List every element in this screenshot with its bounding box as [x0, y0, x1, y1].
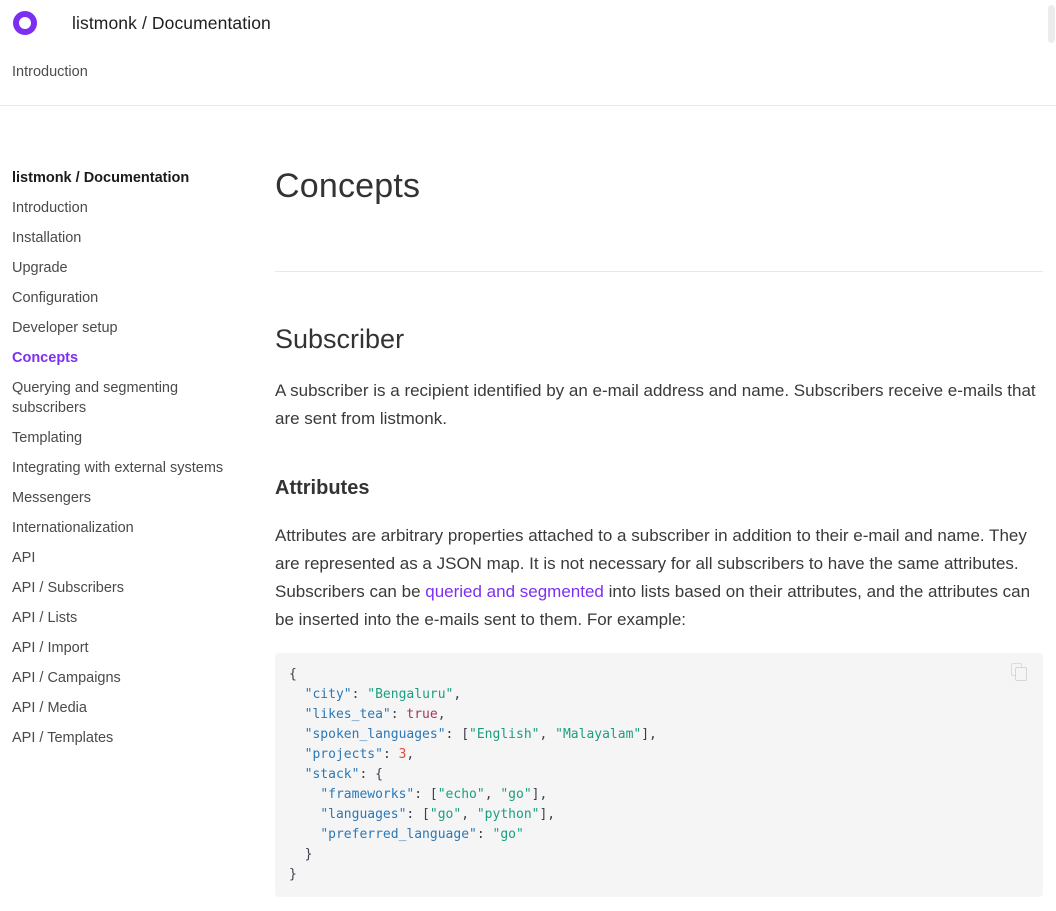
sidebar-item-api[interactable]: API	[12, 548, 235, 568]
breadcrumb: Introduction	[0, 46, 1056, 105]
main-content: Concepts Subscriber A subscriber is a re…	[275, 168, 1056, 911]
site-title: listmonk / Documentation	[72, 13, 271, 34]
attributes-heading: Attributes	[275, 475, 1043, 501]
sidebar-item-concepts[interactable]: Concepts	[12, 348, 235, 368]
subscriber-paragraph: A subscriber is a recipient identified b…	[275, 377, 1043, 433]
sidebar-item-api-campaigns[interactable]: API / Campaigns	[12, 668, 235, 688]
sidebar-item-configuration[interactable]: Configuration	[12, 288, 235, 308]
header-top: listmonk / Documentation	[0, 0, 1056, 46]
sidebar-item-api-media[interactable]: API / Media	[12, 698, 235, 718]
subscriber-heading: Subscriber	[275, 323, 1043, 355]
scrollbar-thumb[interactable]	[1048, 5, 1055, 43]
sidebar-nav: Introduction Installation Upgrade Configura…	[12, 198, 235, 748]
sidebar-item-integrating-with-external-systems[interactable]: Integrating with external systems	[12, 458, 235, 478]
title-divider	[275, 271, 1043, 272]
copy-icon[interactable]	[1011, 663, 1029, 683]
sidebar-item-introduction[interactable]: Introduction	[12, 198, 235, 218]
sidebar-item-internationalization[interactable]: Internationalization	[12, 518, 235, 538]
sidebar-item-developer-setup[interactable]: Developer setup	[12, 318, 235, 338]
json-code-block: { "city": "Bengaluru", "likes_tea": true…	[275, 653, 1043, 897]
listmonk-logo-icon[interactable]	[13, 11, 37, 35]
sidebar-item-messengers[interactable]: Messengers	[12, 488, 235, 508]
app-header: listmonk / Documentation Introduction	[0, 0, 1056, 106]
sidebar-item-api-import[interactable]: API / Import	[12, 638, 235, 658]
queried-and-segmented-link[interactable]: queried and segmented	[425, 582, 604, 601]
sidebar-item-api-subscribers[interactable]: API / Subscribers	[12, 578, 235, 598]
sidebar-item-api-lists[interactable]: API / Lists	[12, 608, 235, 628]
breadcrumb-introduction-link[interactable]: Introduction	[12, 64, 88, 80]
sidebar-item-api-templates[interactable]: API / Templates	[12, 728, 235, 748]
sidebar-title: listmonk / Documentation	[12, 168, 235, 188]
sidebar-item-installation[interactable]: Installation	[12, 228, 235, 248]
code-content: { "city": "Bengaluru", "likes_tea": true…	[289, 665, 1029, 885]
sidebar-item-upgrade[interactable]: Upgrade	[12, 258, 235, 278]
sidebar: listmonk / Documentation Introduction Ins…	[0, 168, 275, 911]
attributes-paragraph: Attributes are arbitrary properties atta…	[275, 522, 1043, 634]
sidebar-item-querying-and-segmenting-subscribers[interactable]: Querying and segmenting subscribers	[12, 378, 235, 418]
page-title: Concepts	[275, 168, 1043, 205]
page-layout: listmonk / Documentation Introduction Ins…	[0, 106, 1056, 911]
sidebar-item-templating[interactable]: Templating	[12, 428, 235, 448]
